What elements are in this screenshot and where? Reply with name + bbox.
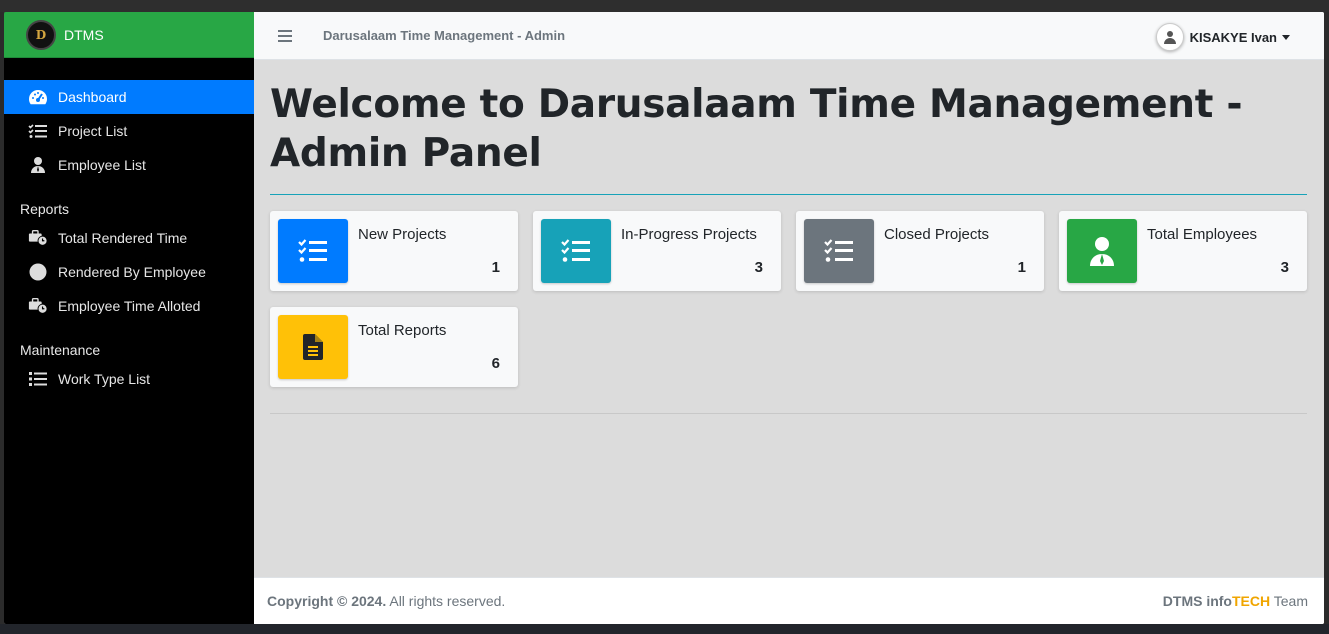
copyright-text: Copyright © 2024. All rights reserved. — [267, 593, 505, 609]
chevron-down-icon — [1282, 34, 1290, 40]
card-value: 1 — [491, 259, 500, 276]
main-content: Welcome to Darusalaam Time Management - … — [270, 60, 1307, 395]
sidebar-nav: Dashboard Project List Employee List Rep… — [4, 58, 254, 396]
team-suffix: Team — [1270, 593, 1308, 609]
team-credit: DTMS infoTECH Team — [1163, 593, 1308, 609]
sidebar-item-label: Employee Time Alloted — [58, 298, 201, 314]
card-value: 3 — [1280, 259, 1289, 276]
card-label: In-Progress Projects — [621, 226, 757, 243]
user-name: KISAKYE Ivan — [1189, 29, 1277, 45]
file-alt-icon — [278, 315, 348, 379]
card-value: 6 — [491, 355, 500, 372]
card-closed-projects[interactable]: Closed Projects 1 — [796, 211, 1044, 291]
browser-strip — [0, 0, 1329, 12]
sidebar-item-project-list[interactable]: Project List — [4, 114, 254, 148]
app-window: D DTMS Dashboard Project List Employee L… — [4, 12, 1324, 624]
rights-text: All rights reserved. — [386, 593, 506, 609]
maintenance-header: Maintenance — [20, 342, 101, 358]
user-tie-icon — [28, 155, 48, 175]
business-time-icon — [28, 296, 48, 316]
team-prefix: DTMS info — [1162, 593, 1232, 609]
card-label: New Projects — [358, 226, 447, 243]
sidebar-item-label: Rendered By Employee — [58, 264, 206, 280]
brand-link[interactable]: D DTMS — [4, 12, 254, 58]
tasks-icon — [28, 121, 48, 141]
sidebar-item-label: Total Rendered Time — [58, 230, 188, 246]
navbar-title[interactable]: Darusalaam Time Management - Admin — [323, 28, 565, 43]
sidebar: D DTMS Dashboard Project List Employee L… — [4, 12, 254, 624]
business-time-icon — [28, 228, 48, 248]
sidebar-item-label: Work Type List — [58, 371, 151, 387]
sidebar-item-label: Employee List — [58, 157, 146, 173]
card-value: 3 — [754, 259, 763, 276]
copyright-year: Copyright © 2024. — [267, 593, 387, 609]
tasks-icon — [804, 219, 874, 283]
sidebar-item-work-type-list[interactable]: Work Type List — [4, 362, 254, 396]
card-total-employees[interactable]: Total Employees 3 — [1059, 211, 1307, 291]
menu-toggle-icon[interactable] — [278, 29, 292, 42]
tasks-icon — [278, 219, 348, 283]
sidebar-item-label: Dashboard — [58, 89, 127, 105]
sidebar-item-employee-list[interactable]: Employee List — [4, 148, 254, 182]
card-in-progress-projects[interactable]: In-Progress Projects 3 — [533, 211, 781, 291]
content-divider — [270, 413, 1307, 414]
tachometer-icon — [28, 87, 48, 107]
sidebar-item-total-rendered-time[interactable]: Total Rendered Time — [4, 221, 254, 255]
card-value: 1 — [1017, 259, 1026, 276]
footer: Copyright © 2024. All rights reserved. D… — [254, 577, 1324, 624]
card-total-reports[interactable]: Total Reports 6 — [270, 307, 518, 387]
sidebar-item-employee-time-alloted[interactable]: Employee Time Alloted — [4, 289, 254, 323]
circle-icon — [28, 262, 48, 282]
page-title: Welcome to Darusalaam Time Management - … — [270, 82, 1243, 176]
sidebar-item-dashboard[interactable]: Dashboard — [4, 80, 254, 114]
info-cards: New Projects 1 In-Progress Projects 3 Cl… — [270, 195, 1307, 395]
card-label: Closed Projects — [884, 226, 990, 243]
brand-logo: D — [26, 19, 56, 50]
reports-header: Reports — [20, 201, 70, 217]
team-tech: TECH — [1232, 593, 1271, 609]
top-navbar: Darusalaam Time Management - Admin KISAK… — [254, 12, 1324, 60]
card-new-projects[interactable]: New Projects 1 — [270, 211, 518, 291]
taskbar-strip — [0, 624, 1329, 634]
sidebar-item-rendered-by-employee[interactable]: Rendered By Employee — [4, 255, 254, 289]
avatar — [1155, 23, 1184, 51]
list-icon — [28, 369, 48, 389]
brand-name: DTMS — [64, 26, 104, 43]
user-menu[interactable]: KISAKYE Ivan — [1155, 23, 1290, 51]
sidebar-item-label: Project List — [58, 123, 128, 139]
tasks-icon — [541, 219, 611, 283]
card-label: Total Employees — [1147, 226, 1258, 243]
card-label: Total Reports — [358, 322, 447, 339]
user-tie-icon — [1067, 219, 1137, 283]
